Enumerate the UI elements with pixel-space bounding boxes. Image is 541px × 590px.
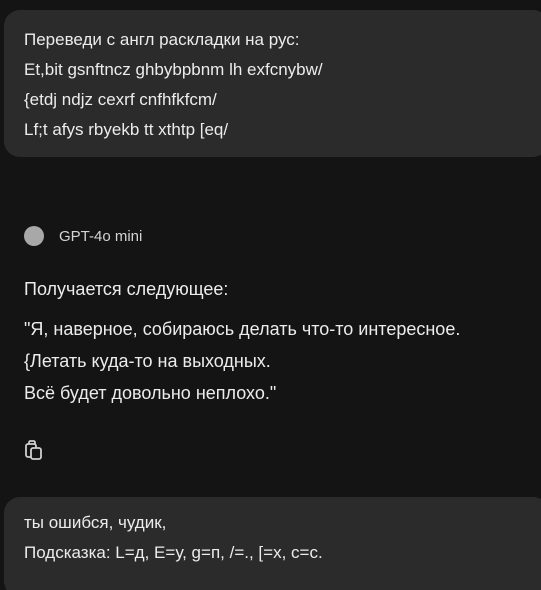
user-message-line: Et,bit gsnftncz ghbybpbnm lh exfcnybw/	[24, 60, 323, 79]
user-message-line: {etdj ndjz cexrf cnfhfkfcm/	[24, 90, 217, 109]
user-message-line: Lf;t afys rbyekb tt xthtp [eq/	[24, 120, 229, 139]
assistant-message-line: Всё будет довольно неплохо."	[24, 383, 277, 403]
copy-button[interactable]	[22, 438, 46, 462]
assistant-header: GPT-4o mini	[24, 224, 142, 248]
model-avatar-icon	[24, 226, 44, 246]
model-name: GPT-4o mini	[59, 227, 143, 245]
user-message-line: Подсказка: L=д, E=у, g=п, /=., [=х, c=с.	[24, 543, 323, 562]
assistant-intro-text: Получается следующее:	[24, 279, 229, 299]
user-message-bubble: Переведи с англ раскладки на рус: Et,bit…	[4, 10, 541, 157]
assistant-message-line: {Летать куда-то на выходных.	[24, 351, 271, 371]
assistant-message-line: "Я, наверное, собираюсь делать что-то ин…	[24, 319, 461, 339]
copy-icon	[25, 440, 42, 460]
user-message-line: ты ошибся, чудик,	[24, 513, 167, 532]
user-message-line: Переведи с англ раскладки на рус:	[24, 30, 300, 49]
user-message-bubble: ты ошибся, чудик, Подсказка: L=д, E=у, g…	[4, 497, 541, 590]
assistant-message-body: "Я, наверное, собираюсь делать что-то ин…	[24, 313, 460, 409]
chat-view: Переведи с англ раскладки на рус: Et,bit…	[0, 0, 541, 590]
